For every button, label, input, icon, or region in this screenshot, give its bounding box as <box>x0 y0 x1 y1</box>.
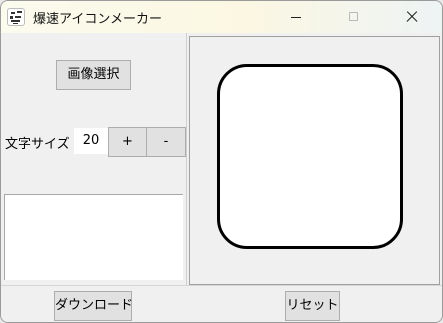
icon-text-input[interactable] <box>4 194 183 280</box>
icon-preview-shape <box>217 64 403 249</box>
bottom-bar: ダウンロード リセット <box>1 285 442 322</box>
font-size-field[interactable]: 20 <box>74 128 108 154</box>
download-button[interactable]: ダウンロード <box>54 291 133 321</box>
font-size-label: 文字サイズ <box>5 137 70 152</box>
font-size-increase-button[interactable]: + <box>108 127 147 157</box>
minimize-button[interactable] <box>273 1 319 33</box>
close-button[interactable] <box>388 1 434 33</box>
app-window: 爆速アイコンメーカー 画像選択 文字サイズ 20 + - ダウンロード リセット <box>0 0 443 323</box>
app-logo-icon <box>7 8 25 26</box>
client-area: 画像選択 文字サイズ 20 + - ダウンロード リセット <box>1 33 442 322</box>
font-size-decrease-button[interactable]: - <box>146 127 186 157</box>
maximize-icon <box>349 12 358 21</box>
title-bar[interactable]: 爆速アイコンメーカー <box>1 1 442 33</box>
controls-panel: 画像選択 文字サイズ 20 + - <box>1 33 187 285</box>
reset-button[interactable]: リセット <box>285 291 340 321</box>
image-select-button[interactable]: 画像選択 <box>56 60 131 90</box>
maximize-button[interactable] <box>331 1 377 33</box>
minimize-icon <box>291 17 301 18</box>
icon-preview-canvas <box>189 36 440 285</box>
window-title: 爆速アイコンメーカー <box>33 12 162 27</box>
